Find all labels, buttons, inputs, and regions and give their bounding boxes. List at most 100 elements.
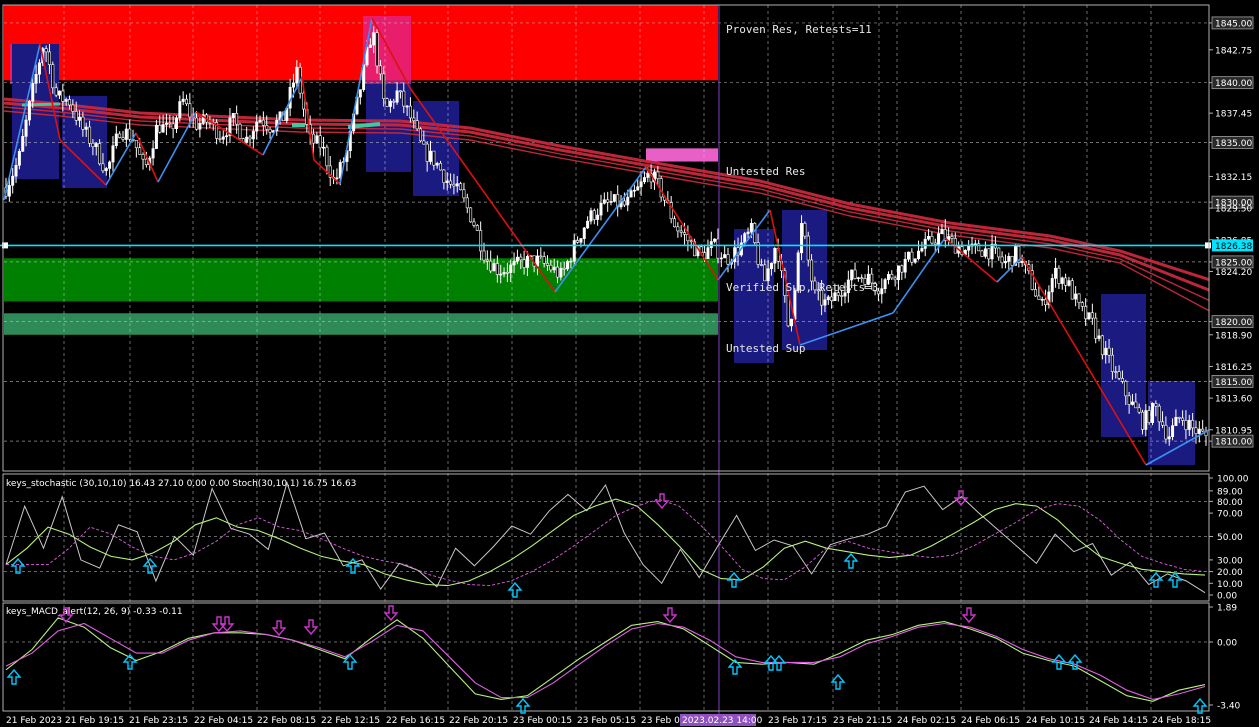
macd-y-label: -3.40	[1217, 702, 1241, 712]
candle-body	[923, 238, 927, 249]
candle-body	[786, 295, 790, 327]
candle-body	[569, 260, 573, 263]
candle-body	[1137, 407, 1141, 413]
candle-body	[773, 248, 777, 264]
candle-body	[412, 117, 416, 121]
chart-canvas[interactable]: XAUUSD,, M15: US Gold vs US dollarProven…	[0, 0, 1259, 727]
candle-body	[602, 199, 606, 204]
candle-body	[225, 135, 229, 138]
stoch-y-label: 50.00	[1217, 533, 1243, 543]
candle-body	[325, 146, 329, 167]
candle-body	[683, 232, 687, 235]
candle-body	[57, 90, 61, 96]
candle-body	[469, 207, 473, 223]
candle-body	[268, 128, 272, 133]
candle-body	[987, 248, 991, 260]
y-tick-label: 1813.60	[1215, 395, 1252, 405]
y-tick-label: 1829.50	[1215, 205, 1252, 215]
stoch-y-label: 30.00	[1217, 556, 1243, 566]
stoch-buy-arrow	[843, 552, 859, 569]
candle-body	[636, 186, 640, 191]
candle-body	[472, 221, 476, 226]
x-tick-label: 23 Feb 05:15	[577, 716, 636, 726]
candle-body	[1090, 312, 1094, 319]
y-tick-label: 1816.25	[1215, 363, 1252, 373]
candle-body	[917, 250, 921, 260]
candle-body	[54, 87, 58, 96]
candle-body	[676, 226, 680, 232]
candle-body	[445, 180, 449, 183]
candle-body	[629, 190, 633, 198]
stoch-y-label: 100.00	[1217, 475, 1249, 485]
candle-body	[154, 124, 158, 149]
candle-body	[181, 98, 185, 102]
candle-body	[689, 240, 693, 243]
candle-body	[1074, 293, 1078, 300]
current-price-label: 1826.38	[1215, 242, 1252, 252]
y-tick-label: 1837.45	[1215, 110, 1252, 120]
candle-body	[659, 178, 663, 198]
candle-body	[1201, 428, 1205, 432]
zone-0	[4, 5, 718, 81]
candle-body	[860, 277, 864, 280]
price-line-handle[interactable]	[1205, 242, 1211, 249]
stoch-indicator-label: keys_stochastic (30,10,10) 16.43 27.10 0…	[6, 479, 356, 489]
candle-body	[489, 260, 493, 272]
candle-body	[7, 185, 11, 197]
candle-body	[425, 143, 429, 162]
candle-body	[462, 189, 466, 199]
candle-body	[235, 113, 239, 125]
candle-body	[1007, 256, 1011, 262]
zigzag-down-leg	[301, 76, 315, 161]
candle-body	[128, 128, 132, 140]
pattern-box	[1101, 294, 1146, 437]
macd-y-label: 1.89	[1217, 604, 1237, 614]
candle-body	[769, 262, 773, 270]
candle-body	[188, 103, 192, 118]
candle-body	[709, 241, 713, 248]
candle-body	[907, 251, 911, 260]
candle-body	[255, 121, 259, 132]
candle-body	[893, 277, 897, 281]
candle-body	[44, 48, 48, 53]
y-tick-label: 1820.00	[1215, 318, 1252, 328]
candle-body	[1171, 425, 1175, 437]
candle-body	[1167, 436, 1171, 440]
candle-body	[118, 133, 122, 138]
x-tick-label: 23 Feb 00:15	[513, 716, 572, 726]
candle-body	[596, 214, 600, 220]
macd-sell-arrow	[662, 607, 678, 624]
candle-body	[823, 299, 827, 306]
candle-body	[475, 225, 479, 231]
candle-body	[81, 116, 85, 130]
candle-body	[485, 259, 489, 262]
candle-body	[141, 154, 145, 160]
candle-body	[1084, 306, 1088, 320]
candle-body	[937, 233, 941, 245]
x-tick-label: 22 Feb 04:15	[194, 716, 253, 726]
moving-average-line	[3, 97, 1210, 282]
candle-body	[1140, 411, 1144, 430]
pane-frame-1	[2, 473, 1210, 602]
candle-body	[124, 128, 128, 140]
candle-body	[1107, 347, 1111, 356]
candle-body	[435, 163, 439, 166]
candle-body	[746, 231, 750, 234]
candle-body	[385, 98, 389, 107]
candle-body	[997, 247, 1001, 258]
candle-body	[375, 32, 379, 67]
candle-body	[1174, 416, 1178, 426]
candle-body	[121, 137, 125, 140]
x-tick-label: 21 Feb 19:15	[65, 716, 124, 726]
candle-body	[592, 210, 596, 220]
candle-body	[766, 268, 770, 282]
candle-body	[509, 264, 513, 274]
candle-body	[579, 238, 583, 243]
candle-body	[886, 274, 890, 280]
y-tick-label: 1835.00	[1215, 139, 1252, 149]
candle-body	[900, 265, 904, 273]
candle-body	[238, 123, 242, 139]
macd-indicator-label: keys_MACD_alert(12, 26, 9) -0.33 -0.11	[6, 607, 183, 617]
candle-body	[1050, 278, 1054, 293]
candle-body	[913, 258, 917, 263]
